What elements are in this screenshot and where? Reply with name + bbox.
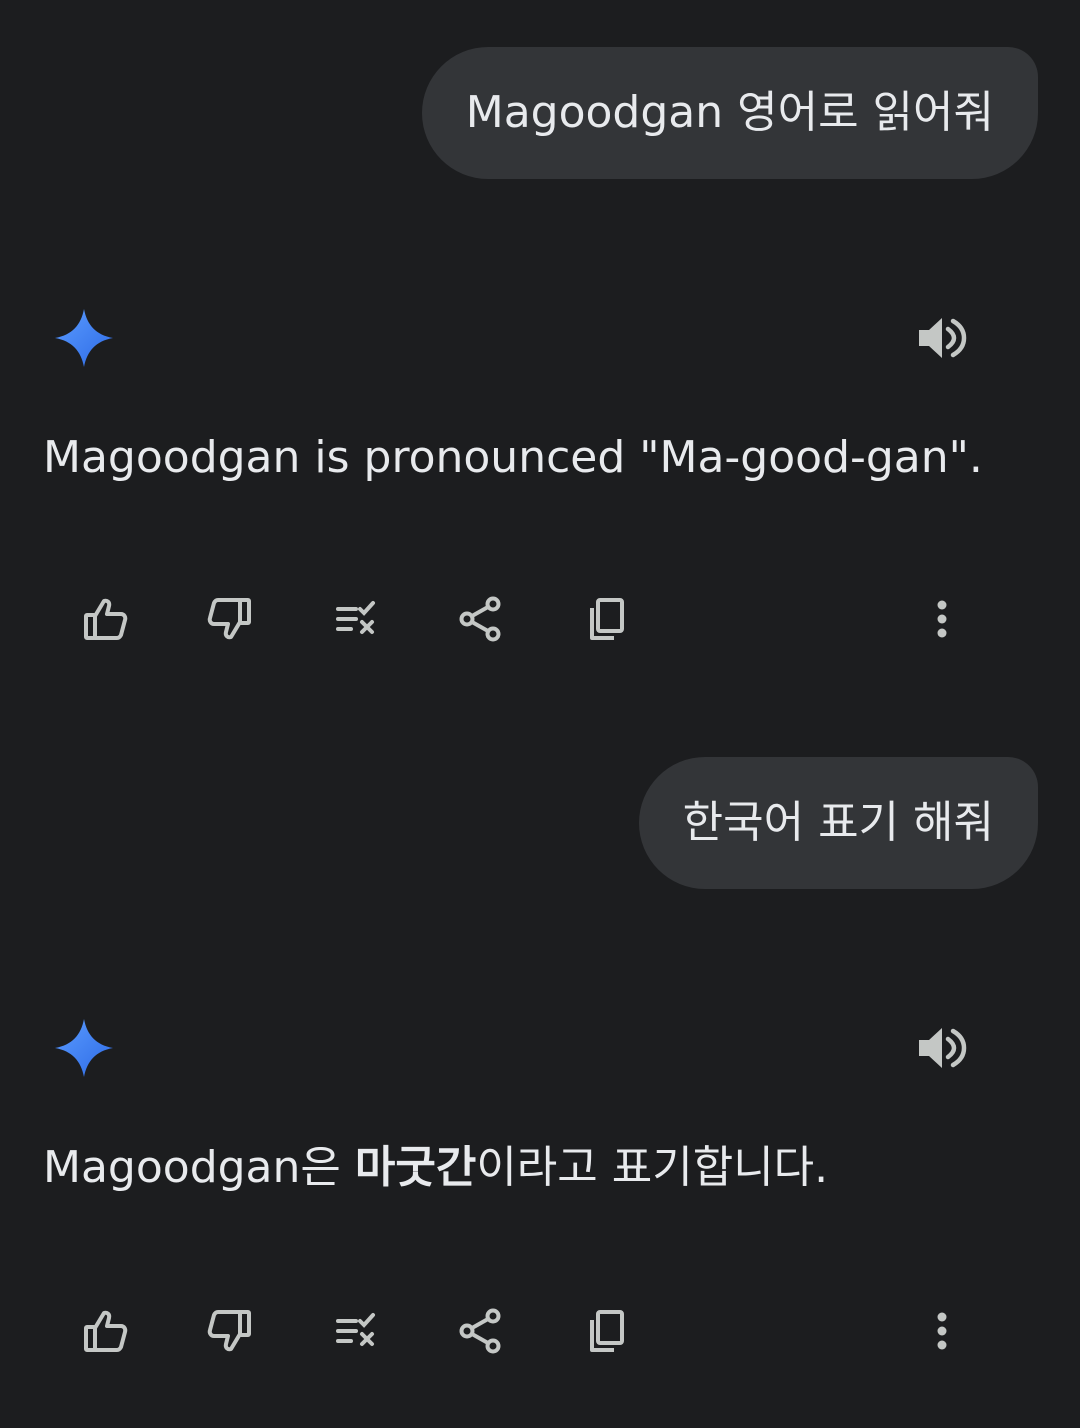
thumbs-up-icon[interactable] bbox=[75, 589, 135, 649]
copy-icon[interactable] bbox=[577, 1301, 637, 1361]
thumbs-down-icon[interactable] bbox=[200, 1301, 260, 1361]
thumbs-down-icon[interactable] bbox=[200, 589, 260, 649]
user-message-text: Magoodgan 영어로 읽어줘 bbox=[465, 87, 994, 138]
response-action-bar bbox=[0, 589, 1080, 649]
response-text: Magoodgan is pronounced "Ma-good-gan". bbox=[43, 432, 983, 483]
response-text: Magoodgan은 bbox=[43, 1142, 355, 1193]
user-message-bubble: Magoodgan 영어로 읽어줘 bbox=[421, 47, 1038, 179]
gemini-sparkle-icon bbox=[54, 1018, 114, 1078]
share-icon[interactable] bbox=[450, 589, 510, 649]
user-message-bubble: 한국어 표기 해줘 bbox=[638, 757, 1038, 889]
modify-response-icon[interactable] bbox=[325, 1301, 385, 1361]
more-vert-icon[interactable] bbox=[912, 1301, 972, 1361]
response-action-bar bbox=[0, 1301, 1080, 1361]
assistant-response-text: Magoodgan is pronounced "Ma-good-gan". bbox=[43, 432, 983, 485]
more-vert-icon[interactable] bbox=[912, 589, 972, 649]
volume-icon[interactable] bbox=[915, 311, 969, 365]
response-bold-text: 마굿간 bbox=[354, 1142, 477, 1193]
user-message-text: 한국어 표기 해줘 bbox=[682, 797, 994, 848]
volume-icon[interactable] bbox=[915, 1021, 969, 1075]
response-text-tail: 이라고 표기합니다. bbox=[476, 1142, 829, 1193]
modify-response-icon[interactable] bbox=[325, 589, 385, 649]
thumbs-up-icon[interactable] bbox=[75, 1301, 135, 1361]
share-icon[interactable] bbox=[450, 1301, 510, 1361]
assistant-response-text: Magoodgan은 마굿간이라고 표기합니다. bbox=[43, 1142, 828, 1195]
gemini-sparkle-icon bbox=[54, 308, 114, 368]
copy-icon[interactable] bbox=[577, 589, 637, 649]
